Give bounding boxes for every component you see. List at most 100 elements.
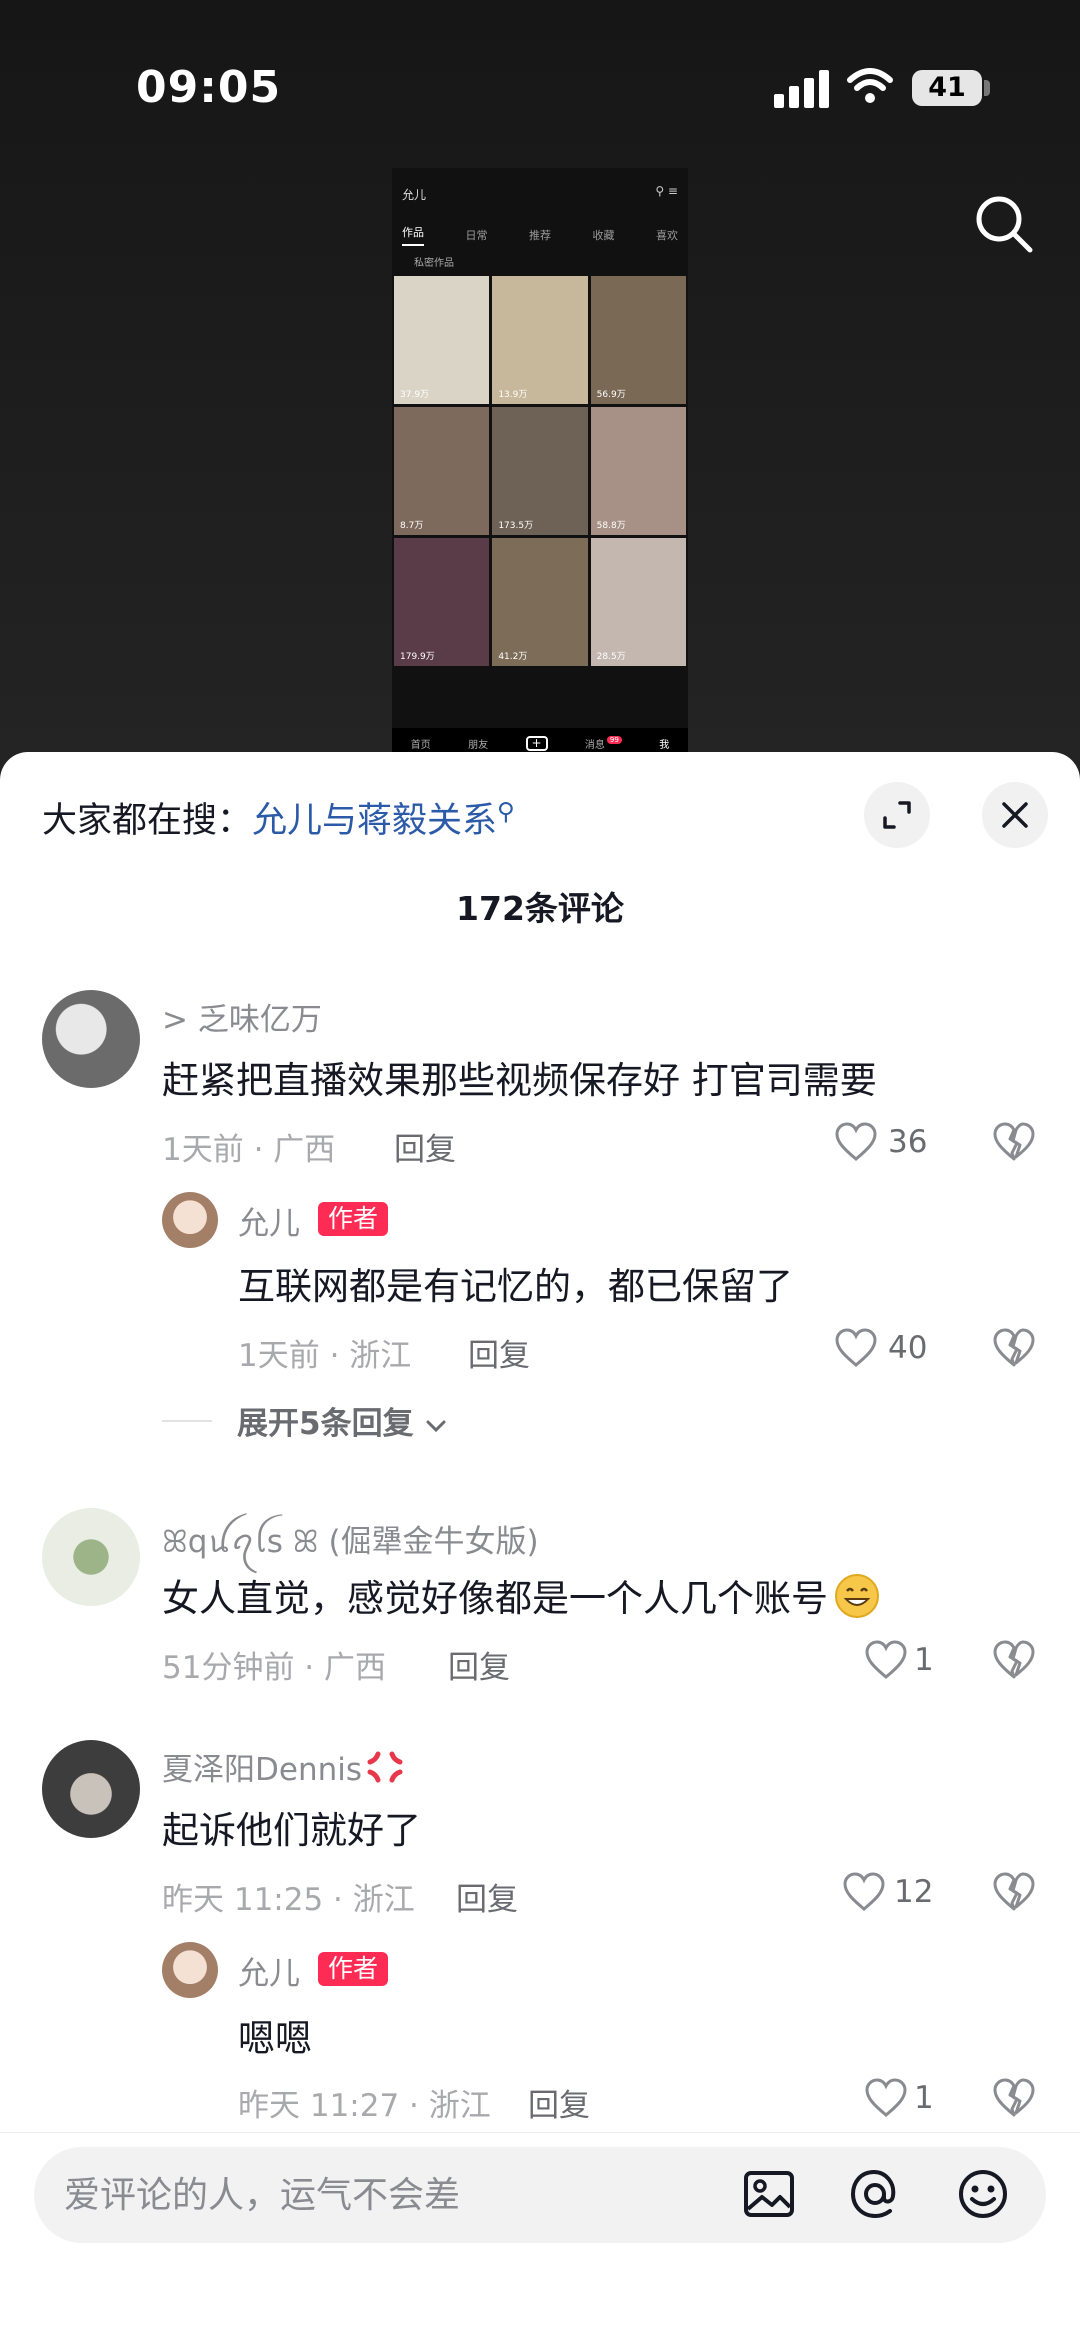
comment-meta: 昨天 11:25 · 浙江 [162, 1882, 415, 1918]
avatar[interactable] [42, 1508, 140, 1606]
expand-replies-label: 展开5条回复 [237, 1406, 414, 1442]
image-icon[interactable] [742, 2167, 796, 2221]
preview-tab: 作品 [402, 224, 424, 246]
comment-count: 172条评论 [456, 889, 624, 928]
reply-button[interactable]: 回复 [468, 1330, 530, 1375]
preview-tab: 推荐 [529, 229, 551, 242]
mention-icon[interactable] [848, 2167, 902, 2221]
close-button[interactable] [982, 782, 1048, 848]
reply-button[interactable]: 回复 [456, 1874, 518, 1919]
chevron-down-icon [426, 1420, 446, 1432]
like-count: 1 [914, 1642, 934, 1678]
avatar[interactable] [162, 1942, 218, 1998]
thumb-views: 28.5万 [596, 652, 626, 662]
video-preview[interactable]: 允儿 ⚲ ≡ 作品 日常 推荐 收藏 喜欢 私密作品 37.9万 13.9万 5… [392, 168, 688, 758]
reply-button[interactable]: 回复 [394, 1124, 456, 1169]
preview-thumb: 173.5万 [492, 407, 588, 535]
battery-tip [984, 80, 990, 96]
reply-button[interactable]: 回复 [528, 2080, 590, 2125]
heart-icon[interactable] [834, 1122, 878, 1162]
heart-icon[interactable] [864, 1640, 908, 1680]
comment-text: 赶紧把直播效果那些视频保存好 打官司需要 [162, 1059, 877, 1102]
avatar[interactable] [42, 990, 140, 1088]
comment-meta: 51分钟前 · 广西 [162, 1650, 387, 1686]
dislike-icon[interactable] [992, 1871, 1036, 1913]
preview-grid: 37.9万 13.9万 56.9万 8.7万 173.5万 58.8万 179.… [392, 276, 688, 666]
comment-meta: 1天前 · 广西 [162, 1132, 336, 1168]
like-count: 36 [888, 1124, 928, 1160]
thumb-views: 56.9万 [596, 390, 626, 400]
thumb-views: 37.9万 [400, 390, 430, 400]
thumb-views: 41.2万 [498, 652, 528, 662]
preview-thumb: 56.9万 [590, 276, 686, 404]
comment-username[interactable]: > 乏味亿万 [162, 994, 322, 1039]
reply-text: 嗯嗯 [238, 2017, 312, 2060]
preview-sub-label: 私密作品 [414, 258, 454, 269]
trending-search[interactable]: 大家都在搜：允儿与蒋毅关系⚲ [42, 792, 515, 843]
expand-button[interactable] [864, 782, 930, 848]
battery-level: 41 [912, 70, 982, 106]
emoji-icon[interactable] [956, 2167, 1010, 2221]
video-background: 09:05 41 允儿 ⚲ ≡ 作品 日常 推荐 收藏 喜欢 私密作品 37.9… [0, 0, 1080, 770]
anger-symbol-icon [367, 1751, 403, 1783]
reply-username[interactable]: 允儿 [238, 1198, 300, 1243]
preview-header: 允儿 ⚲ ≡ [392, 168, 688, 218]
dislike-icon[interactable] [992, 1121, 1036, 1163]
comment-text: 女人直觉，感觉好像都是一个人几个账号 [162, 1568, 880, 1622]
reply-text: 互联网都是有记忆的，都已保留了 [238, 1265, 793, 1308]
heart-icon[interactable] [842, 1872, 886, 1912]
preview-nav-badge: 99 [606, 735, 622, 744]
heart-icon[interactable] [834, 1328, 878, 1368]
preview-nav-item: 首页 [410, 739, 431, 751]
comment-text: 起诉他们就好了 [162, 1809, 421, 1852]
preview-tab: 喜欢 [656, 229, 678, 242]
reply-username[interactable]: 允儿 [238, 1948, 300, 1993]
status-time: 09:05 [136, 62, 282, 113]
preview-profile-name: 允儿 [402, 188, 427, 202]
preview-nav-item: 朋友 [468, 739, 489, 751]
comment-username[interactable]: 夏泽阳Dennis [162, 1744, 404, 1789]
dislike-icon[interactable] [992, 2077, 1036, 2119]
preview-tabs: 作品 日常 推荐 收藏 喜欢 [392, 218, 688, 252]
search-small-icon: ⚲ [497, 797, 515, 826]
dislike-icon[interactable] [992, 1639, 1036, 1681]
comment-username-text: 夏泽阳Dennis [162, 1752, 363, 1788]
reply-meta: 昨天 11:27 · 浙江 [238, 2088, 491, 2124]
heart-icon[interactable] [864, 2078, 908, 2118]
dislike-icon[interactable] [992, 1327, 1036, 1369]
preview-tab: 日常 [465, 229, 488, 242]
preview-thumb: 41.2万 [492, 538, 588, 666]
preview-thumb: 179.9万 [394, 538, 490, 666]
preview-tab: 收藏 [592, 229, 615, 242]
expand-replies-button[interactable]: 展开5条回复 [237, 1398, 448, 1443]
preview-header-icons: ⚲ ≡ [655, 184, 678, 198]
comment-input-bar [0, 2132, 1080, 2348]
author-badge: 作者 [318, 1952, 389, 1986]
thumb-views: 58.8万 [596, 521, 626, 531]
reply-button[interactable]: 回复 [448, 1642, 510, 1687]
trending-search-keyword[interactable]: 允儿与蒋毅关系 [252, 801, 497, 841]
thumb-views: 8.7万 [400, 521, 424, 531]
avatar[interactable] [42, 1740, 140, 1838]
preview-thumb: 13.9万 [492, 276, 588, 404]
preview-thumb: 58.8万 [590, 407, 686, 535]
expand-icon [883, 801, 911, 829]
thumb-views: 179.9万 [400, 652, 435, 662]
author-badge: 作者 [318, 1202, 389, 1236]
cellular-signal-icon [774, 70, 829, 108]
comment-input[interactable] [64, 2165, 704, 2225]
thumb-views: 13.9万 [498, 390, 528, 400]
preview-nav-item: 我 [659, 739, 670, 751]
preview-thumb: 8.7万 [394, 407, 490, 535]
avatar[interactable] [162, 1192, 218, 1248]
reply-meta: 1天前 · 浙江 [238, 1338, 412, 1374]
preview-nav-plus: + [525, 735, 548, 751]
like-count: 1 [914, 2080, 934, 2116]
like-count: 12 [894, 1874, 934, 1910]
grinning-emoji-icon [835, 1574, 879, 1618]
wifi-icon [847, 68, 893, 103]
search-icon[interactable] [972, 192, 1036, 256]
comment-text-content: 女人直觉，感觉好像都是一个人几个账号 [162, 1577, 828, 1620]
thumb-views: 173.5万 [498, 521, 534, 531]
preview-nav-label: 消息 [584, 739, 605, 751]
